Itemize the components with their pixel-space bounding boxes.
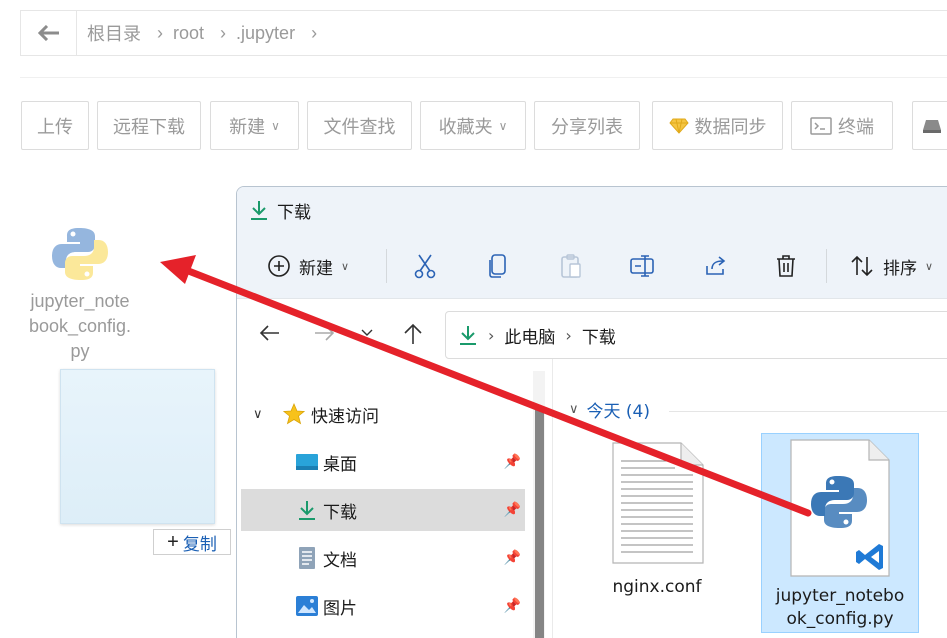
drag-arrow-overlay (160, 255, 812, 517)
